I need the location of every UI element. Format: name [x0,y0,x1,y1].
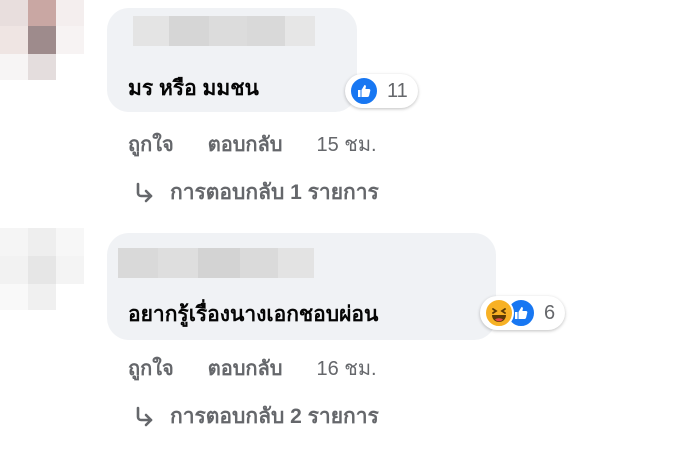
reply-button[interactable]: ตอบกลับ [208,352,283,384]
reply-arrow-icon [136,182,153,202]
view-replies-link[interactable]: การตอบกลับ 2 รายการ [132,400,379,433]
reply-button[interactable]: ตอบกลับ [208,128,283,160]
like-button[interactable]: ถูกใจ [128,128,174,160]
like-button[interactable]: ถูกใจ [128,352,174,384]
avatar[interactable] [0,228,84,310]
comment-text: อยากรู้เรื่องนางเอกชอบผ่อน [128,303,379,326]
reaction-count: 11 [387,79,408,102]
comment-actions: ถูกใจ ตอบกลับ 15 ชม. [128,128,377,160]
reaction-summary[interactable]: 11 [345,74,418,108]
reply-arrow-icon [136,406,153,426]
avatar[interactable] [0,0,84,80]
commenter-name-blurred[interactable] [118,248,314,278]
reaction-count: 6 [544,301,556,324]
comment-text: มร หรือ มมชน [128,77,259,100]
timestamp[interactable]: 15 ชม. [316,128,376,160]
like-icon [349,76,379,106]
comment-actions: ถูกใจ ตอบกลับ 16 ชม. [128,352,377,384]
view-replies-label[interactable]: การตอบกลับ 2 รายการ [170,400,379,433]
view-replies-label[interactable]: การตอบกลับ 1 รายการ [170,176,379,209]
timestamp[interactable]: 16 ชม. [316,352,376,384]
reaction-summary[interactable]: 6 [480,296,566,330]
haha-icon [484,298,514,328]
commenter-name-blurred[interactable] [133,16,315,46]
view-replies-link[interactable]: การตอบกลับ 1 รายการ [132,176,379,209]
